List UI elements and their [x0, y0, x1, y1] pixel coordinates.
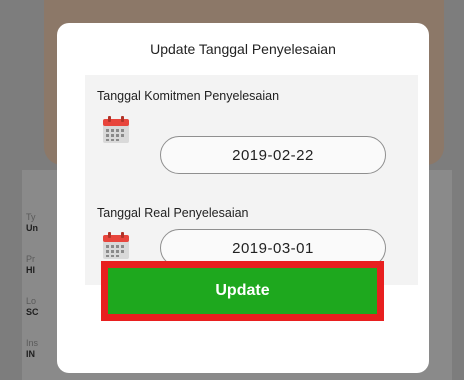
background-field-label: Ins	[26, 338, 39, 348]
real-date-label: Tanggal Real Penyelesaian	[97, 206, 249, 220]
dialog-title: Update Tanggal Penyelesaian	[150, 41, 336, 57]
calendar-icon[interactable]	[102, 232, 130, 260]
calendar-icon[interactable]	[102, 116, 130, 144]
background-field-value: SC	[26, 307, 39, 317]
background-field-value: HI	[26, 265, 35, 275]
background-field-value: IN	[26, 349, 35, 359]
dialog-content: Tanggal Komitmen Penyelesaian 2019-02-22…	[85, 75, 418, 285]
background-field: Ins IN	[26, 338, 38, 360]
background-field: Pr HI	[26, 254, 35, 276]
background-field-label: Lo	[26, 296, 37, 306]
background-field: Ty Un	[26, 212, 38, 234]
update-button-highlight: Update	[101, 261, 384, 321]
background-field-label: Ty	[26, 212, 36, 222]
background-field-value: Un	[26, 223, 38, 233]
commitment-date-label: Tanggal Komitmen Penyelesaian	[97, 89, 280, 103]
background-field-label: Pr	[26, 254, 35, 264]
commitment-date-input[interactable]: 2019-02-22	[160, 136, 386, 174]
background-field: Lo SC	[26, 296, 39, 318]
update-button[interactable]: Update	[108, 268, 377, 314]
